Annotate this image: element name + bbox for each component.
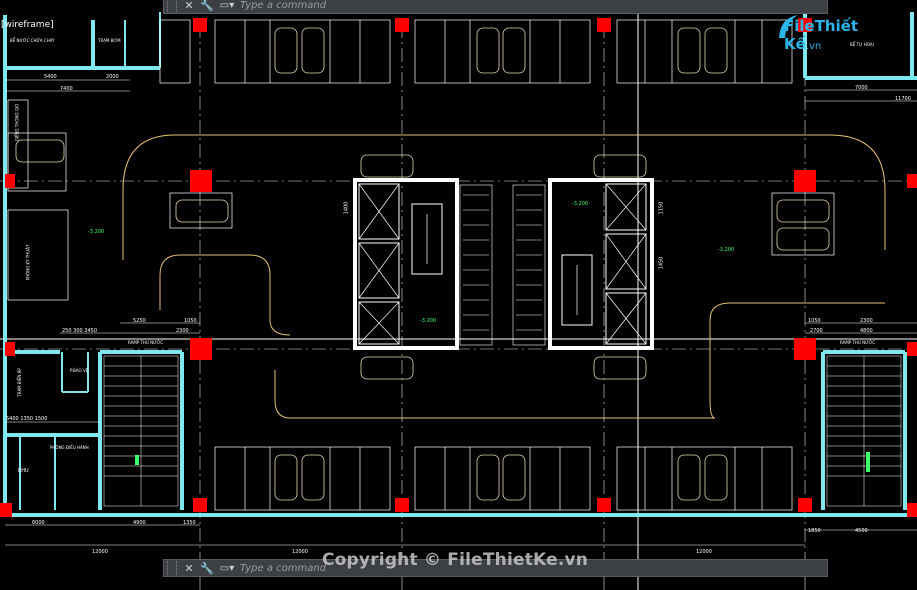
dimension-lines: [5, 79, 917, 546]
drag-handle[interactable]: [167, 0, 177, 12]
logo-text-suffix: .vn: [805, 41, 822, 52]
drag-handle[interactable]: [167, 561, 177, 575]
drive-aisle: [122, 134, 886, 419]
close-icon[interactable]: ✕: [180, 560, 198, 576]
command-input[interactable]: [238, 0, 827, 13]
logo-wordmark: FileThiết Kế.vn: [784, 17, 896, 53]
stair-core-left: [353, 178, 459, 350]
copyright-watermark: Copyright © FileThietKe.vn: [322, 550, 589, 570]
motorbike-parking: [459, 184, 546, 346]
cad-drawing-canvas[interactable]: [0, 0, 917, 590]
wrench-icon[interactable]: 🔧: [198, 0, 216, 13]
logo-text-file: File: [784, 17, 815, 35]
parking-bays-bottom: [214, 446, 793, 511]
command-line-top: ✕ 🔧 ▭▾: [163, 0, 828, 14]
command-history-dropdown[interactable]: ▭▾: [216, 0, 238, 13]
outer-walls: [3, 12, 917, 517]
viewport-label[interactable]: [wireframe]: [1, 20, 54, 30]
wrench-icon[interactable]: 🔧: [198, 560, 216, 576]
filethietke-logo: FileThiết Kế.vn: [776, 10, 896, 53]
stair-core-right: [548, 178, 654, 350]
ramp-left: [103, 355, 179, 507]
ramp-right: [826, 355, 902, 507]
parking-bays-top: [159, 19, 793, 84]
car-icons: [15, 27, 830, 501]
close-icon[interactable]: ✕: [180, 0, 198, 13]
command-history-dropdown[interactable]: ▭▾: [216, 560, 238, 576]
parking-stalls-side: [7, 99, 835, 301]
